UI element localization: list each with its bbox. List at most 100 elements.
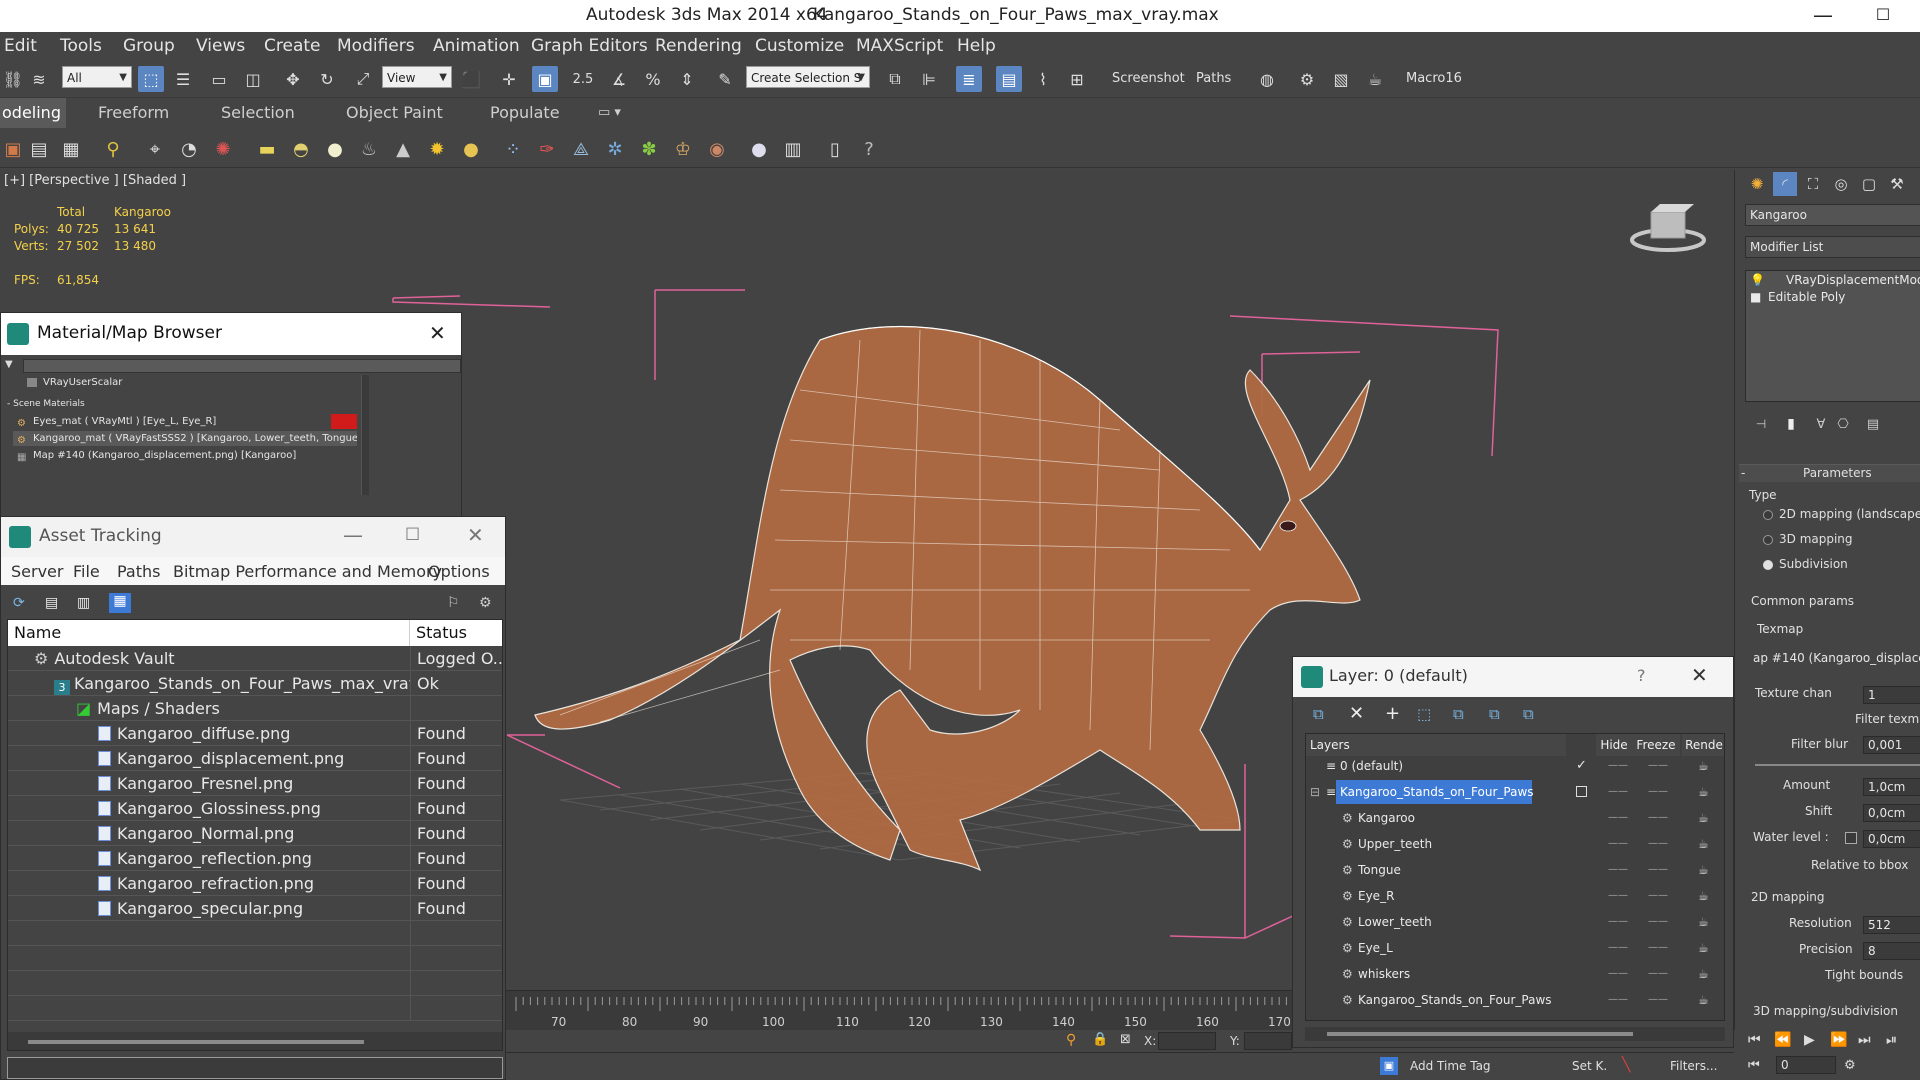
table-row[interactable]: Kangaroo_specular.png [8, 896, 410, 921]
maximize-icon[interactable]: ☐ [405, 525, 420, 545]
material-editor-icon[interactable]: ◍ [1254, 66, 1280, 92]
export-icon[interactable]: ▯ [822, 136, 848, 162]
render-teapot-icon[interactable]: ☕ [1362, 66, 1388, 92]
menu-rendering[interactable]: Rendering [655, 36, 742, 56]
layer-row[interactable]: ⚙ Tongue —— —— ☕ [1306, 858, 1724, 884]
schematic-view-icon[interactable]: ⊞ [1064, 66, 1090, 92]
x-coordinate-field[interactable] [1158, 1032, 1216, 1050]
table-row[interactable]: Kangaroo_refraction.png [8, 871, 410, 896]
scrollbar-thumb[interactable] [28, 1040, 364, 1044]
curve-editor-icon[interactable]: ⌇ [1030, 66, 1056, 92]
list-view-icon[interactable]: ▤ [45, 595, 58, 611]
precision-field[interactable]: 8 [1863, 942, 1920, 960]
bind-space-warp-icon[interactable]: ≋ [26, 66, 52, 92]
texture-chan-field[interactable]: 1 [1863, 686, 1920, 704]
configure-sets-icon[interactable]: ▤ [1861, 412, 1885, 436]
water-level-field[interactable]: 0,0cm [1863, 830, 1920, 848]
menu-modifiers[interactable]: Modifiers [337, 36, 415, 56]
help-icon[interactable]: ? [1637, 666, 1646, 685]
list-item[interactable]: ⚙ Eyes_mat ( VRayMtl ) [Eye_L, Eye_R] [13, 414, 357, 429]
hide-toggle[interactable]: —— [1608, 910, 1628, 934]
search-input[interactable] [23, 359, 461, 373]
hf-icon[interactable]: ♔ [670, 136, 696, 162]
menu-bitmap-performance[interactable]: Bitmap Performance and Memory [173, 562, 442, 581]
table-view-icon[interactable]: ▦ [109, 593, 131, 613]
filter-texmap-checkbox[interactable]: Filter texmap [1855, 712, 1920, 726]
menu-tools[interactable]: Tools [60, 36, 102, 56]
amount-field[interactable]: 1,0cm [1863, 778, 1920, 796]
close-icon[interactable]: ✕ [429, 321, 446, 345]
absolute-mode-icon[interactable]: ⊠ [1120, 1032, 1131, 1047]
camera-icon[interactable]: ⌖ [142, 136, 168, 162]
tight-bounds-checkbox[interactable]: Tight bounds [1825, 968, 1903, 982]
ribbon-options-icon[interactable]: ▭ ▾ [588, 98, 631, 128]
sun-icon[interactable]: ✹ [424, 136, 450, 162]
radio-subdivision[interactable] [1763, 560, 1773, 570]
layer-row[interactable]: ⚙ Lower_teeth —— —— ☕ [1306, 910, 1724, 936]
column-header-hide[interactable]: Hide [1596, 734, 1632, 756]
edit-named-selection-icon[interactable]: ✎ [712, 66, 738, 92]
radio-3d-mapping[interactable] [1763, 535, 1773, 545]
go-to-end-icon[interactable]: ⏭ [1858, 1032, 1871, 1048]
view-cube[interactable] [1630, 204, 1706, 252]
vray-fur-icon[interactable]: ✽ [636, 136, 662, 162]
relative-bbox-checkbox[interactable]: Relative to bbox [1811, 858, 1908, 872]
water-level-checkbox[interactable] [1845, 832, 1857, 844]
scrollbar-thumb[interactable] [1327, 1032, 1633, 1036]
freeze-toggle[interactable]: —— [1648, 754, 1668, 778]
object-icon[interactable]: ▣ [0, 136, 26, 162]
select-in-layer-icon[interactable]: ⬚ [1417, 705, 1431, 723]
tab-modeling[interactable]: odeling [0, 98, 66, 128]
spacewarp-icon[interactable]: ✺ [210, 136, 236, 162]
menu-server[interactable]: Server [11, 562, 63, 581]
menu-customize[interactable]: Customize [755, 36, 844, 56]
select-object-icon[interactable]: ⬚ [138, 66, 164, 92]
freeze-toggle[interactable]: —— [1648, 832, 1668, 856]
render-frame-icon[interactable]: ▧ [1328, 66, 1354, 92]
add-time-tag-button[interactable]: Add Time Tag [1410, 1059, 1491, 1073]
mirror-icon[interactable]: ⧉ [882, 66, 908, 92]
hide-toggle[interactable]: —— [1608, 884, 1628, 908]
create-tab-icon[interactable]: ✺ [1745, 172, 1769, 196]
table-row[interactable]: Kangaroo_diffuse.png [8, 721, 410, 746]
delete-layer-icon[interactable]: ✕ [1349, 703, 1364, 724]
align-icon[interactable]: ⊫ [916, 66, 942, 92]
percent-snap-icon[interactable]: % [640, 66, 666, 92]
cone-icon[interactable]: ▲ [390, 136, 416, 162]
named-selection-combo[interactable]: Create Selection S ▼ [746, 66, 870, 88]
menu-maxscript[interactable]: MAXScript [856, 36, 943, 56]
radio-2d-mapping[interactable] [1763, 510, 1773, 520]
column-header-status[interactable]: Status [410, 620, 502, 646]
menu-create[interactable]: Create [264, 36, 321, 56]
snap-toggle-icon[interactable]: 2.5 [570, 66, 596, 92]
render-teapot-icon[interactable]: ☕ [1698, 754, 1709, 778]
play-icon[interactable]: ▶ [1804, 1032, 1815, 1048]
menu-file[interactable]: File [73, 562, 100, 581]
go-to-start-icon[interactable]: ⏮ [1748, 1032, 1761, 1048]
mesh-icon[interactable]: ◉ [704, 136, 730, 162]
rect-selection-icon[interactable]: ▭ [206, 66, 232, 92]
object-name-field[interactable]: Kangaroo [1745, 204, 1920, 226]
horizontal-scrollbar[interactable] [8, 1032, 502, 1050]
proxy-icon[interactable]: ⟁ [568, 136, 594, 162]
display-tab-icon[interactable]: ▢ [1857, 172, 1881, 196]
hide-toggle[interactable]: —— [1608, 780, 1628, 804]
next-frame-icon[interactable]: ⏩ [1830, 1032, 1847, 1048]
menu-graph-editors[interactable]: Graph Editors [531, 36, 648, 56]
hierarchy-tab-icon[interactable]: ⛶ [1801, 172, 1825, 196]
hide-all-icon[interactable]: ⧉ [1489, 705, 1500, 723]
filter-blur-field[interactable]: 0,001 [1863, 736, 1920, 754]
time-config-icon[interactable]: ⚙ [1844, 1058, 1856, 1073]
menu-edit[interactable]: Edit [4, 36, 37, 56]
scale-icon[interactable]: ⤢ [350, 66, 376, 92]
menu-views[interactable]: Views [196, 36, 245, 56]
list-item[interactable]: ▦ Map #140 (Kangaroo_displacement.png) [… [13, 448, 357, 463]
freeze-toggle[interactable]: —— [1648, 884, 1668, 908]
table-row[interactable]: 3 Kangaroo_Stands_on_Four_Paws_max_vray.m… [8, 671, 410, 696]
minimize-icon[interactable]: — [343, 523, 363, 547]
layer-row[interactable]: ⚙ Eye_L —— —— ☕ [1306, 936, 1724, 962]
freeze-toggle[interactable]: —— [1648, 988, 1668, 1012]
keyboard-shortcut-icon[interactable]: ▣ [532, 66, 558, 92]
table-row[interactable]: Kangaroo_reflection.png [8, 846, 410, 871]
render-teapot-icon[interactable]: ☕ [1698, 936, 1709, 960]
